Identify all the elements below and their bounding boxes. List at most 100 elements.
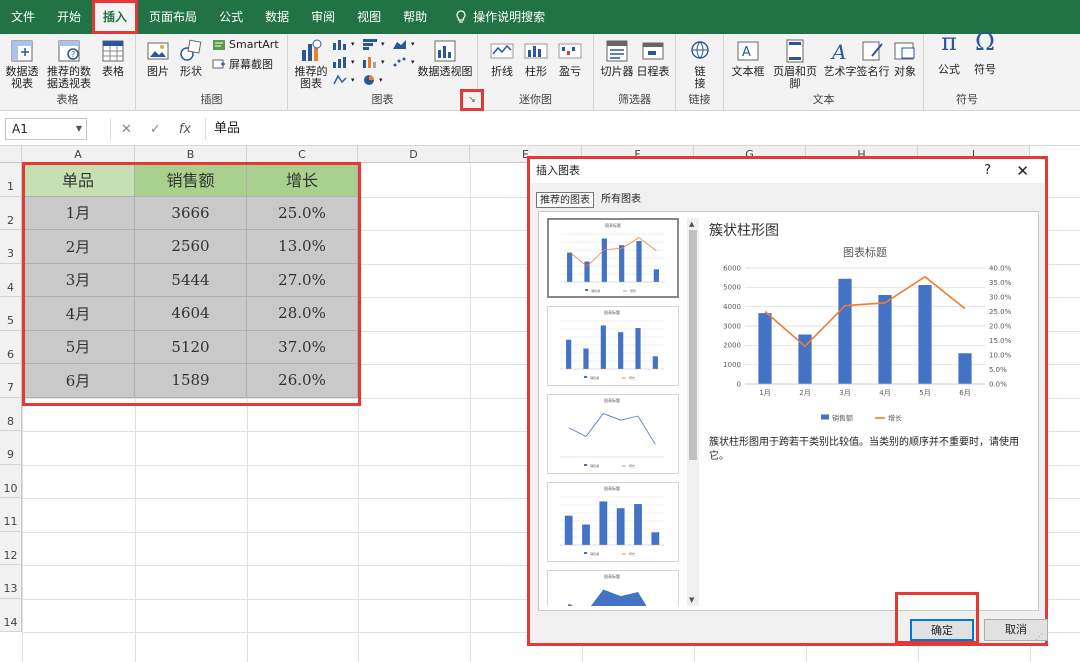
timeline-button[interactable]: 日程表: [636, 38, 670, 78]
bar: [567, 252, 573, 282]
pivot-table-icon: [11, 40, 33, 62]
column-header[interactable]: C: [247, 146, 358, 163]
tab-recommended-charts[interactable]: 推荐的图表: [536, 192, 594, 208]
tab-help[interactable]: 帮助: [392, 0, 438, 34]
close-icon[interactable]: ✕: [1016, 159, 1029, 183]
smartart-icon: [213, 39, 225, 50]
smartart-button[interactable]: SmartArt: [212, 38, 279, 51]
shapes-button[interactable]: 形状: [176, 38, 206, 78]
recommended-pivot-button[interactable]: ? 推荐的数据透视表: [44, 38, 94, 90]
chart-background: [548, 395, 676, 471]
resize-grip-icon[interactable]: ⋰: [1035, 632, 1043, 641]
data-selection-highlight: [22, 162, 361, 406]
chart-thumbnail[interactable]: 图表标题 销售额 增长: [547, 482, 679, 562]
scroll-up-icon[interactable]: ▲: [689, 220, 694, 228]
tab-data[interactable]: 数据: [254, 0, 300, 34]
tab-home[interactable]: 开始: [46, 0, 92, 34]
row-header[interactable]: 6: [0, 330, 22, 364]
shapes-label: 形状: [180, 65, 202, 78]
scatter-chart-dropdown[interactable]: ▾: [392, 56, 415, 68]
chart-thumbnail[interactable]: 图表标题 销售额 增长: [547, 394, 679, 474]
group-label-filters: 筛选器: [618, 93, 651, 106]
sparkline-line-button[interactable]: 折线: [488, 38, 516, 78]
pivot-chart-label: 数据透视图: [417, 65, 473, 78]
symbol-button[interactable]: Ω 符号: [970, 30, 1000, 76]
chart-thumbnail[interactable]: 图表标题 销售额 增长: [547, 306, 679, 386]
link-button[interactable]: 链接: [686, 38, 714, 90]
shapes-icon: [180, 39, 202, 61]
tab-formulas[interactable]: 公式: [208, 0, 254, 34]
textbox-button[interactable]: A 文本框: [728, 38, 768, 78]
screenshot-button[interactable]: 屏幕截图: [212, 56, 273, 72]
chart-thumbnail[interactable]: 图表标题: [547, 570, 679, 606]
tab-view[interactable]: 视图: [346, 0, 392, 34]
formula-input[interactable]: 单品: [205, 118, 1075, 140]
row-header[interactable]: 14: [0, 598, 22, 632]
table-button[interactable]: 表格: [98, 38, 128, 78]
chart-title: 图表标题: [604, 309, 620, 315]
bar: [582, 524, 590, 545]
tab-page-layout[interactable]: 页面布局: [138, 0, 208, 34]
row-header[interactable]: 5: [0, 297, 22, 331]
tab-file[interactable]: 文件: [0, 0, 46, 34]
sparkline-winloss-button[interactable]: 盈亏: [556, 38, 584, 78]
bar: [636, 241, 642, 282]
fx-icon[interactable]: fx: [179, 122, 191, 137]
row-header[interactable]: 12: [0, 531, 22, 565]
row-header[interactable]: 10: [0, 464, 22, 498]
row-header[interactable]: 8: [0, 397, 22, 431]
name-box[interactable]: A1 ▼: [5, 118, 87, 140]
help-icon[interactable]: ?: [984, 159, 991, 183]
link-icon: [691, 41, 709, 59]
header-footer-button[interactable]: 页眉和页脚: [768, 38, 822, 90]
thumb-scrollbar[interactable]: ▲ ▼: [687, 218, 699, 606]
timeline-icon: [642, 42, 664, 60]
row-header[interactable]: 11: [0, 498, 22, 532]
combo-chart-icon: [333, 57, 346, 68]
object-button[interactable]: 对象: [890, 38, 920, 78]
column-chart-dropdown[interactable]: ▾: [332, 38, 355, 50]
chart-title: 图表标题: [843, 245, 887, 259]
tab-review[interactable]: 审阅: [300, 0, 346, 34]
pie-chart-dropdown[interactable]: ▾: [362, 74, 383, 86]
pivot-table-button[interactable]: 数据透视表: [4, 38, 40, 90]
combo-chart-dropdown[interactable]: ▾: [332, 56, 355, 68]
pivot-chart-button[interactable]: 数据透视图: [417, 38, 473, 78]
signature-icon: [862, 41, 883, 61]
recommended-charts-button[interactable]: 推荐的图表: [294, 38, 328, 90]
row-header[interactable]: 3: [0, 230, 22, 264]
row-header[interactable]: 13: [0, 565, 22, 599]
row-header[interactable]: 2: [0, 196, 22, 230]
bar: [619, 245, 625, 282]
row-header[interactable]: 4: [0, 263, 22, 297]
check-icon[interactable]: ✓: [150, 122, 161, 137]
tab-insert[interactable]: 插入: [92, 0, 139, 34]
table-label: 表格: [102, 65, 124, 78]
column-header[interactable]: A: [22, 146, 135, 163]
column-header[interactable]: B: [135, 146, 247, 163]
area-chart-dropdown[interactable]: ▾: [392, 38, 415, 50]
chart-title: 图表标题: [604, 397, 620, 403]
row-header[interactable]: 1: [0, 163, 22, 197]
chart-thumbnail[interactable]: 图表标题 销售额 增长: [547, 218, 679, 298]
column-header[interactable]: D: [358, 146, 470, 163]
hierarchy-chart-dropdown[interactable]: ▾: [362, 38, 385, 50]
cancel-icon[interactable]: ✕: [121, 122, 132, 137]
tell-me-search[interactable]: 操作说明搜索: [444, 0, 556, 34]
scroll-down-icon[interactable]: ▼: [689, 596, 694, 604]
waterfall-chart-dropdown[interactable]: ▾: [332, 74, 355, 86]
pictures-button[interactable]: 图片: [144, 38, 172, 78]
statistic-chart-dropdown[interactable]: ▾: [362, 56, 385, 68]
slicer-button[interactable]: 切片器: [600, 38, 634, 78]
scroll-thumb[interactable]: [689, 230, 697, 460]
y-tick-label: 0: [737, 380, 741, 388]
row-header[interactable]: 9: [0, 431, 22, 465]
tab-all-charts[interactable]: 所有图表: [598, 192, 644, 208]
equation-button[interactable]: π 公式: [932, 30, 966, 76]
signature-line-button[interactable]: 签名行: [856, 38, 890, 78]
x-tick-label: 1月: [759, 389, 770, 397]
select-all-corner[interactable]: [0, 146, 22, 163]
wordart-button[interactable]: A 艺术字: [822, 38, 858, 78]
row-header[interactable]: 7: [0, 364, 22, 398]
sparkline-column-button[interactable]: 柱形: [522, 38, 550, 78]
